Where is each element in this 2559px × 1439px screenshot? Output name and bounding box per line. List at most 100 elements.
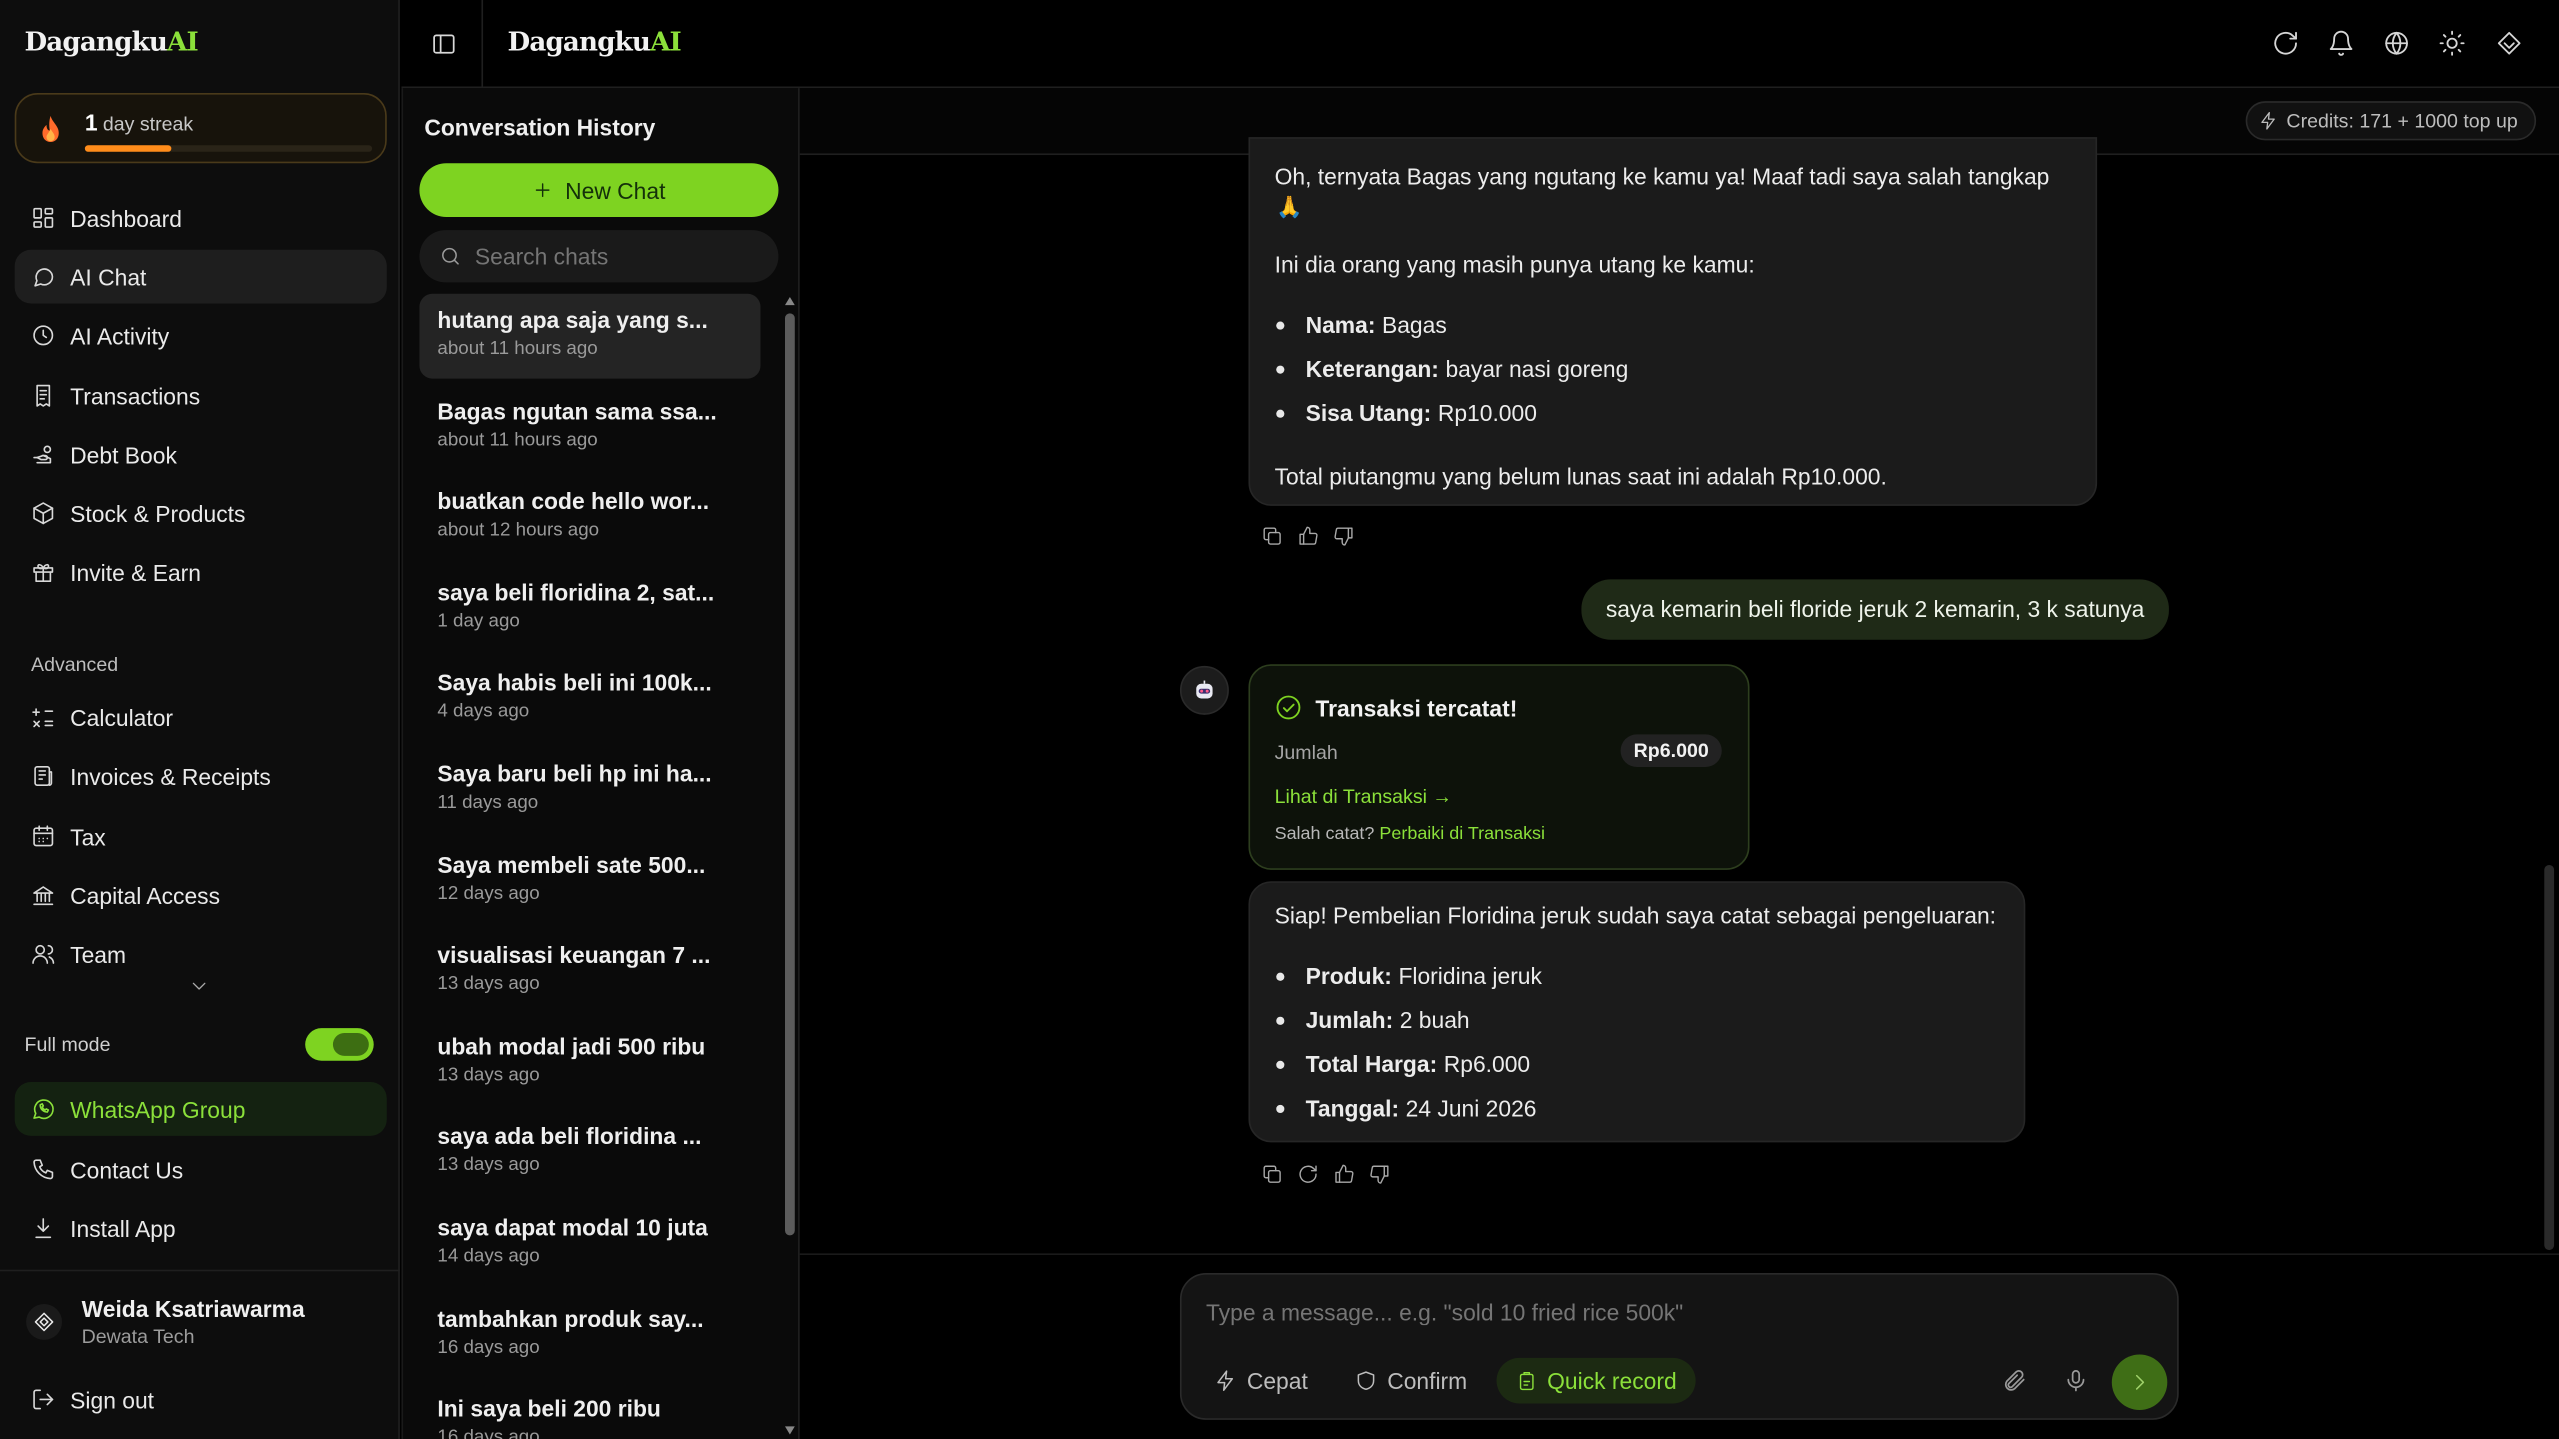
sidebar-item-ai-activity[interactable]: AI Activity — [15, 308, 387, 362]
shield-icon — [1357, 1371, 1375, 1391]
top-bar: DagangkuAI — [401, 0, 2559, 89]
history-item[interactable]: saya dapat modal 10 juta 14 days ago — [419, 1201, 760, 1286]
nav-label: Transactions — [70, 382, 201, 409]
history-title: Conversation History — [424, 114, 656, 141]
composer: Cepat Confirm Quick record — [1179, 1272, 2179, 1420]
history-item-time: 13 days ago — [437, 1065, 540, 1085]
transaction-card: Transaksi tercatat! Jumlah Rp6.000 Lihat… — [1248, 664, 1750, 870]
sidebar-item-contact-us[interactable]: Contact Us — [15, 1142, 387, 1196]
bullet-value: Rp6.000 — [1443, 1051, 1531, 1078]
user-name: Weida Ksatriawarma — [81, 1295, 305, 1322]
globe-icon[interactable] — [2383, 29, 2411, 57]
refresh-icon[interactable] — [2272, 29, 2300, 57]
sidebar-toggle-icon[interactable] — [431, 31, 457, 57]
history-item-title: Ini saya beli 200 ribu — [437, 1395, 661, 1422]
history-item-title: saya beli floridina 2, sat... — [437, 579, 715, 606]
paperclip-icon[interactable] — [2001, 1368, 2027, 1394]
assistant-message: Siap! Pembelian Floridina jeruk sudah sa… — [1248, 881, 2026, 1143]
users-icon — [32, 944, 55, 964]
history-item[interactable]: Ini saya beli 200 ribu 16 days ago — [419, 1383, 760, 1439]
history-item[interactable]: saya ada beli floridina ... 13 days ago — [419, 1110, 760, 1195]
history-item[interactable]: buatkan code hello wor... about 12 hours … — [419, 475, 760, 560]
history-item[interactable]: saya beli floridina 2, sat... 1 day ago — [419, 566, 760, 651]
copy-icon[interactable] — [1262, 526, 1283, 547]
history-item[interactable]: ubah modal jadi 500 ribu 13 days ago — [419, 1020, 760, 1105]
sidebar-item-ai-chat[interactable]: AI Chat — [14, 249, 387, 304]
header-logo: DagangkuAI — [507, 26, 682, 58]
thumbs-down-icon[interactable] — [1333, 526, 1354, 547]
bullet-key: Total Harga: — [1305, 1051, 1438, 1078]
regenerate-icon[interactable] — [1297, 1164, 1318, 1185]
fix-transaction-link[interactable]: Perbaiki di Transaksi — [1379, 824, 1545, 844]
full-mode-label: Full mode — [24, 1033, 111, 1056]
search-input[interactable] — [474, 243, 737, 270]
nav-label: Contact Us — [70, 1156, 184, 1183]
brand-logo: DagangkuAI — [24, 26, 198, 58]
full-mode-toggle[interactable] — [305, 1028, 374, 1061]
copy-icon[interactable] — [1262, 1164, 1283, 1185]
history-item[interactable]: Bagas ngutan sama ssa... about 11 hours a… — [419, 384, 760, 469]
bullet-key: Nama: — [1305, 311, 1376, 338]
history-item-title: Saya baru beli hp ini ha... — [437, 760, 712, 787]
microphone-icon[interactable] — [2063, 1368, 2089, 1394]
message-input[interactable] — [1206, 1294, 2153, 1331]
sidebar-item-debt-book[interactable]: Debt Book — [15, 428, 387, 482]
sun-icon[interactable] — [2438, 29, 2466, 57]
credits-badge[interactable]: Credits: 171 + 1000 top up — [2245, 101, 2536, 141]
pray-emoji: 🙏 — [1276, 194, 1303, 219]
activity-icon — [33, 325, 54, 346]
bullet-item: Tanggal: 24 Juni 2026 — [1276, 1095, 1537, 1122]
history-item[interactable]: hutang apa saja yang s... about 11 hours … — [419, 293, 761, 379]
bullet-value: 2 buah — [1399, 1006, 1470, 1034]
divider — [0, 1269, 400, 1272]
view-transaction-link[interactable]: Lihat di Transaksi → — [1275, 785, 1452, 808]
thumbs-up-icon[interactable] — [1297, 526, 1318, 547]
sidebar-item-whatsapp-group[interactable]: WhatsApp Group — [14, 1082, 387, 1136]
sidebar-item-invite-earn[interactable]: Invite & Earn — [15, 545, 387, 599]
chat-scrollbar[interactable] — [2544, 864, 2555, 1251]
history-item-time: 13 days ago — [437, 974, 540, 995]
sidebar-item-tax[interactable]: Tax — [15, 809, 387, 863]
sidebar-item-install-app[interactable]: Install App — [15, 1201, 387, 1255]
send-button[interactable] — [2111, 1354, 2168, 1411]
sidebar-item-team[interactable]: Team — [15, 927, 387, 981]
history-item[interactable]: Saya membeli sate 500... 12 days ago — [419, 838, 760, 923]
mode-confirm-button[interactable]: Confirm — [1338, 1358, 1483, 1404]
brand-diamond-icon[interactable] — [2495, 29, 2523, 57]
bullet-key: Sisa Utang: — [1305, 399, 1432, 426]
bank-icon — [33, 886, 54, 906]
bell-icon[interactable] — [2327, 29, 2355, 57]
thumbs-up-icon[interactable] — [1333, 1164, 1354, 1185]
history-item[interactable]: Saya baru beli hp ini ha... 11 days ago — [419, 747, 760, 832]
nav-label: Install App — [70, 1215, 176, 1242]
bullet-value: 24 Juni 2026 — [1405, 1095, 1537, 1122]
invoice-icon — [34, 766, 53, 787]
sidebar-item-dashboard[interactable]: Dashboard — [15, 191, 387, 245]
sign-out-button[interactable]: Sign out — [15, 1373, 387, 1427]
mode-cepat-button[interactable]: Cepat — [1198, 1358, 1324, 1404]
nav-label: Tax — [70, 823, 106, 850]
streak-progress-fill — [84, 145, 172, 152]
history-item-time: 1 day ago — [437, 611, 520, 632]
history-item-title: hutang apa saja yang s... — [437, 306, 708, 333]
sidebar: DagangkuAI 1 day streak Advanced Full mo… — [0, 0, 400, 1439]
mode-quick-record-button[interactable]: Quick record — [1496, 1357, 1697, 1404]
history-scrollbar[interactable] — [782, 297, 798, 1439]
sidebar-item-capital-access[interactable]: Capital Access — [15, 868, 387, 922]
new-chat-button[interactable]: New Chat — [419, 163, 779, 218]
sidebar-item-calculator[interactable]: Calculator — [15, 690, 387, 744]
history-item-title: buatkan code hello wor... — [437, 488, 710, 515]
history-item[interactable]: visualisasi keuangan 7 ... 13 days ago — [419, 929, 760, 1014]
history-item[interactable]: Saya habis beli ini 100k... 4 days ago — [419, 657, 760, 742]
nav-label: Invoices & Receipts — [70, 762, 271, 790]
sidebar-item-invoices-receipts[interactable]: Invoices & Receipts — [15, 749, 387, 803]
search-field[interactable] — [419, 230, 779, 283]
sidebar-item-stock-products[interactable]: Stock & Products — [15, 486, 387, 540]
amount-label: Jumlah — [1274, 740, 1338, 764]
thumbs-down-icon[interactable] — [1369, 1164, 1390, 1185]
sidebar-item-transactions[interactable]: Transactions — [15, 369, 387, 423]
sign-out-icon — [33, 1389, 54, 1410]
streak-card[interactable]: 1 day streak — [14, 93, 387, 164]
history-item[interactable]: tambahkan produk say... 16 days ago — [419, 1292, 760, 1377]
download-icon — [35, 1218, 52, 1239]
